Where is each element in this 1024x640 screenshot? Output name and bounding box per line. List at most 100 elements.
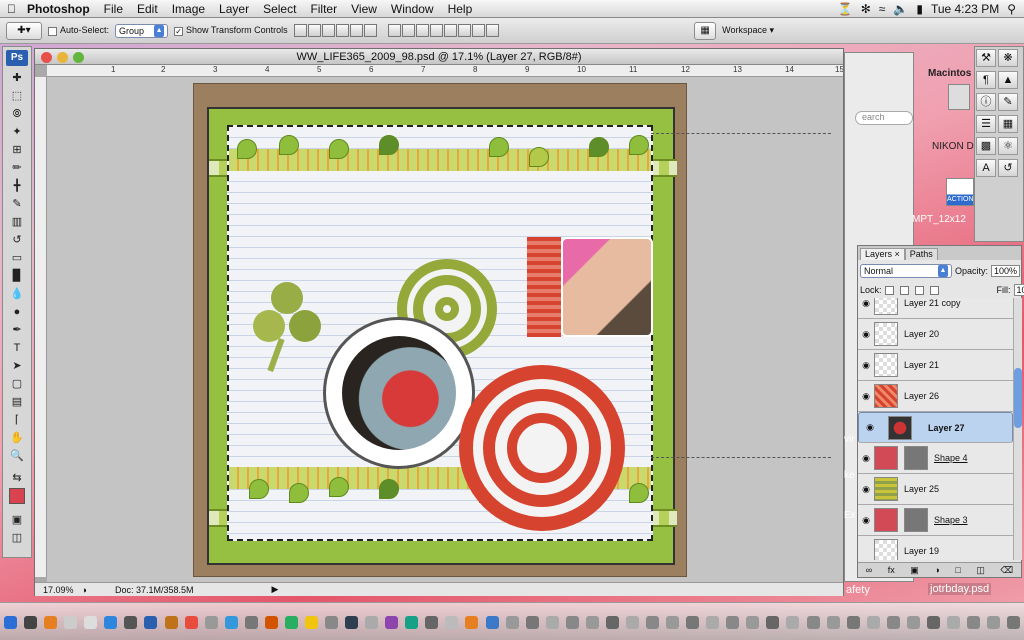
lock-pixels-icon[interactable] bbox=[899, 285, 909, 295]
app-icon[interactable] bbox=[445, 616, 459, 629]
close-button[interactable] bbox=[41, 52, 52, 63]
menu-help[interactable]: Help bbox=[441, 2, 480, 16]
horizontal-ruler[interactable]: 1 2 3 4 5 6 7 8 9 10 11 12 13 14 15 bbox=[47, 65, 843, 77]
document-title-bar[interactable]: WW_LIFE365_2009_98.psd @ 17.1% (Layer 27… bbox=[35, 49, 843, 65]
minimized-window-icon[interactable] bbox=[886, 616, 900, 629]
photo-girl-cap[interactable] bbox=[561, 237, 653, 337]
minimized-window-icon[interactable] bbox=[585, 616, 599, 629]
drive-icon[interactable] bbox=[948, 84, 970, 110]
menu-layer[interactable]: Layer bbox=[212, 2, 256, 16]
lasso-tool-icon[interactable]: ⦾ bbox=[6, 106, 28, 122]
align-icon[interactable] bbox=[321, 24, 335, 37]
app-icon[interactable] bbox=[365, 616, 379, 629]
minimized-window-icon[interactable] bbox=[625, 616, 639, 629]
zoom-level[interactable]: 17.09% bbox=[43, 585, 74, 595]
layer-style-icon[interactable]: fx bbox=[888, 565, 895, 575]
app-icon[interactable] bbox=[184, 616, 198, 629]
align-icon[interactable] bbox=[335, 24, 349, 37]
eye-icon[interactable]: ◉ bbox=[862, 422, 878, 433]
tab-layers[interactable]: Layers × bbox=[860, 248, 905, 260]
wifi-icon[interactable]: ≈ bbox=[879, 2, 886, 16]
menu-view[interactable]: View bbox=[344, 2, 384, 16]
healing-tool-icon[interactable]: ╋ bbox=[6, 178, 28, 194]
distribute-icon[interactable] bbox=[429, 24, 443, 37]
clone-source-icon[interactable]: ⚛ bbox=[998, 137, 1018, 155]
finder-icon[interactable] bbox=[4, 616, 17, 629]
status-menu-arrow-icon[interactable]: ▶ bbox=[272, 584, 279, 595]
minimized-window-icon[interactable] bbox=[545, 616, 559, 629]
minimized-window-icon[interactable] bbox=[826, 616, 840, 629]
app-icon[interactable] bbox=[284, 616, 298, 629]
info-icon[interactable]: ⓘ bbox=[976, 93, 996, 111]
blur-tool-icon[interactable]: 💧 bbox=[6, 286, 28, 302]
tab-paths[interactable]: Paths bbox=[904, 248, 938, 260]
eye-icon[interactable]: ◉ bbox=[858, 515, 874, 526]
layer-row-selected[interactable]: ◉ Layer 27 bbox=[858, 412, 1013, 443]
mail-icon[interactable] bbox=[64, 616, 78, 629]
minimized-window-icon[interactable] bbox=[1007, 616, 1021, 629]
action-icon[interactable]: ACTION bbox=[946, 178, 974, 206]
distribute-icon[interactable] bbox=[471, 24, 485, 37]
app-icon[interactable] bbox=[325, 616, 338, 629]
distribute-icon[interactable] bbox=[485, 24, 499, 37]
layer-row[interactable]: ◉ Shape 3 bbox=[858, 505, 1013, 536]
new-group-icon[interactable]: □ bbox=[955, 565, 960, 575]
distribute-icon[interactable] bbox=[443, 24, 457, 37]
eye-icon[interactable]: ◉ bbox=[858, 453, 874, 464]
minimized-window-icon[interactable] bbox=[686, 616, 700, 629]
app-icon[interactable] bbox=[224, 616, 238, 629]
menu-app-name[interactable]: Photoshop bbox=[23, 2, 97, 16]
minimized-window-icon[interactable] bbox=[646, 616, 659, 629]
lock-transparency-icon[interactable] bbox=[884, 285, 894, 295]
minimized-window-icon[interactable] bbox=[906, 616, 920, 629]
distribute-icon[interactable] bbox=[415, 24, 429, 37]
layer-row[interactable]: ◉ Layer 21 bbox=[858, 350, 1013, 381]
opacity-input[interactable]: 100% bbox=[991, 265, 1021, 277]
foreground-color-swatch[interactable] bbox=[9, 488, 25, 504]
photoshop-icon[interactable] bbox=[144, 616, 158, 629]
desktop-file-label[interactable]: MPT_12x12 bbox=[912, 214, 966, 225]
magic-wand-tool-icon[interactable]: ✦ bbox=[6, 124, 28, 140]
brush-tool-icon[interactable]: ✎ bbox=[6, 196, 28, 212]
align-icon[interactable] bbox=[363, 24, 377, 37]
minimized-window-icon[interactable] bbox=[666, 616, 680, 629]
eyedropper-tool-icon[interactable]: ✏ bbox=[6, 160, 28, 176]
move-tool-preset[interactable]: ✚▾ bbox=[6, 21, 42, 40]
minimized-window-icon[interactable] bbox=[726, 616, 740, 629]
canvas-area[interactable] bbox=[47, 77, 843, 582]
minimized-window-icon[interactable] bbox=[746, 616, 760, 629]
search-field[interactable]: earch bbox=[855, 111, 913, 125]
styles-icon[interactable]: ▩ bbox=[976, 137, 996, 155]
lock-all-icon[interactable] bbox=[929, 285, 939, 295]
swap-colors-icon[interactable]: ⇆ bbox=[6, 470, 28, 486]
layer-row[interactable]: ◉ Layer 26 bbox=[858, 381, 1013, 412]
dashboard-icon[interactable] bbox=[24, 616, 38, 629]
auto-select-dropdown[interactable]: Group ▲ bbox=[115, 23, 169, 38]
type-tool-icon[interactable]: T bbox=[6, 340, 28, 356]
distribute-icon[interactable] bbox=[401, 24, 415, 37]
minimized-window-icon[interactable] bbox=[987, 616, 1001, 629]
eye-icon[interactable]: ◉ bbox=[858, 329, 874, 340]
drive-label[interactable]: Macintos bbox=[928, 68, 971, 79]
history-icon[interactable]: ↺ bbox=[998, 159, 1018, 177]
navigator-icon[interactable]: ❋ bbox=[998, 49, 1018, 67]
distribute-icon[interactable] bbox=[457, 24, 471, 37]
app-icon[interactable] bbox=[485, 616, 499, 629]
time-machine-icon[interactable]: ⏳ bbox=[838, 2, 853, 16]
marquee-tool-icon[interactable]: ⬚ bbox=[6, 88, 28, 104]
layers-scrollbar[interactable] bbox=[1013, 298, 1022, 560]
eye-icon[interactable]: ◉ bbox=[858, 391, 874, 402]
swatches-icon[interactable]: ▦ bbox=[998, 115, 1018, 133]
menu-image[interactable]: Image bbox=[165, 2, 212, 16]
minimized-window-icon[interactable] bbox=[926, 616, 940, 629]
battery-icon[interactable]: ▮ bbox=[916, 2, 923, 16]
quick-mask-icon[interactable]: ▣ bbox=[6, 512, 28, 528]
app-icon[interactable] bbox=[425, 616, 439, 629]
auto-select-checkbox[interactable]: Auto-Select: bbox=[48, 25, 109, 36]
app-icon[interactable] bbox=[345, 616, 359, 629]
eye-icon[interactable]: ◉ bbox=[858, 298, 874, 309]
screen-mode-icon[interactable]: ◫ bbox=[6, 530, 28, 546]
app-icon[interactable] bbox=[405, 616, 419, 629]
eye-icon[interactable]: ◉ bbox=[858, 360, 874, 371]
pen-tool-icon[interactable]: ✒ bbox=[6, 322, 28, 338]
